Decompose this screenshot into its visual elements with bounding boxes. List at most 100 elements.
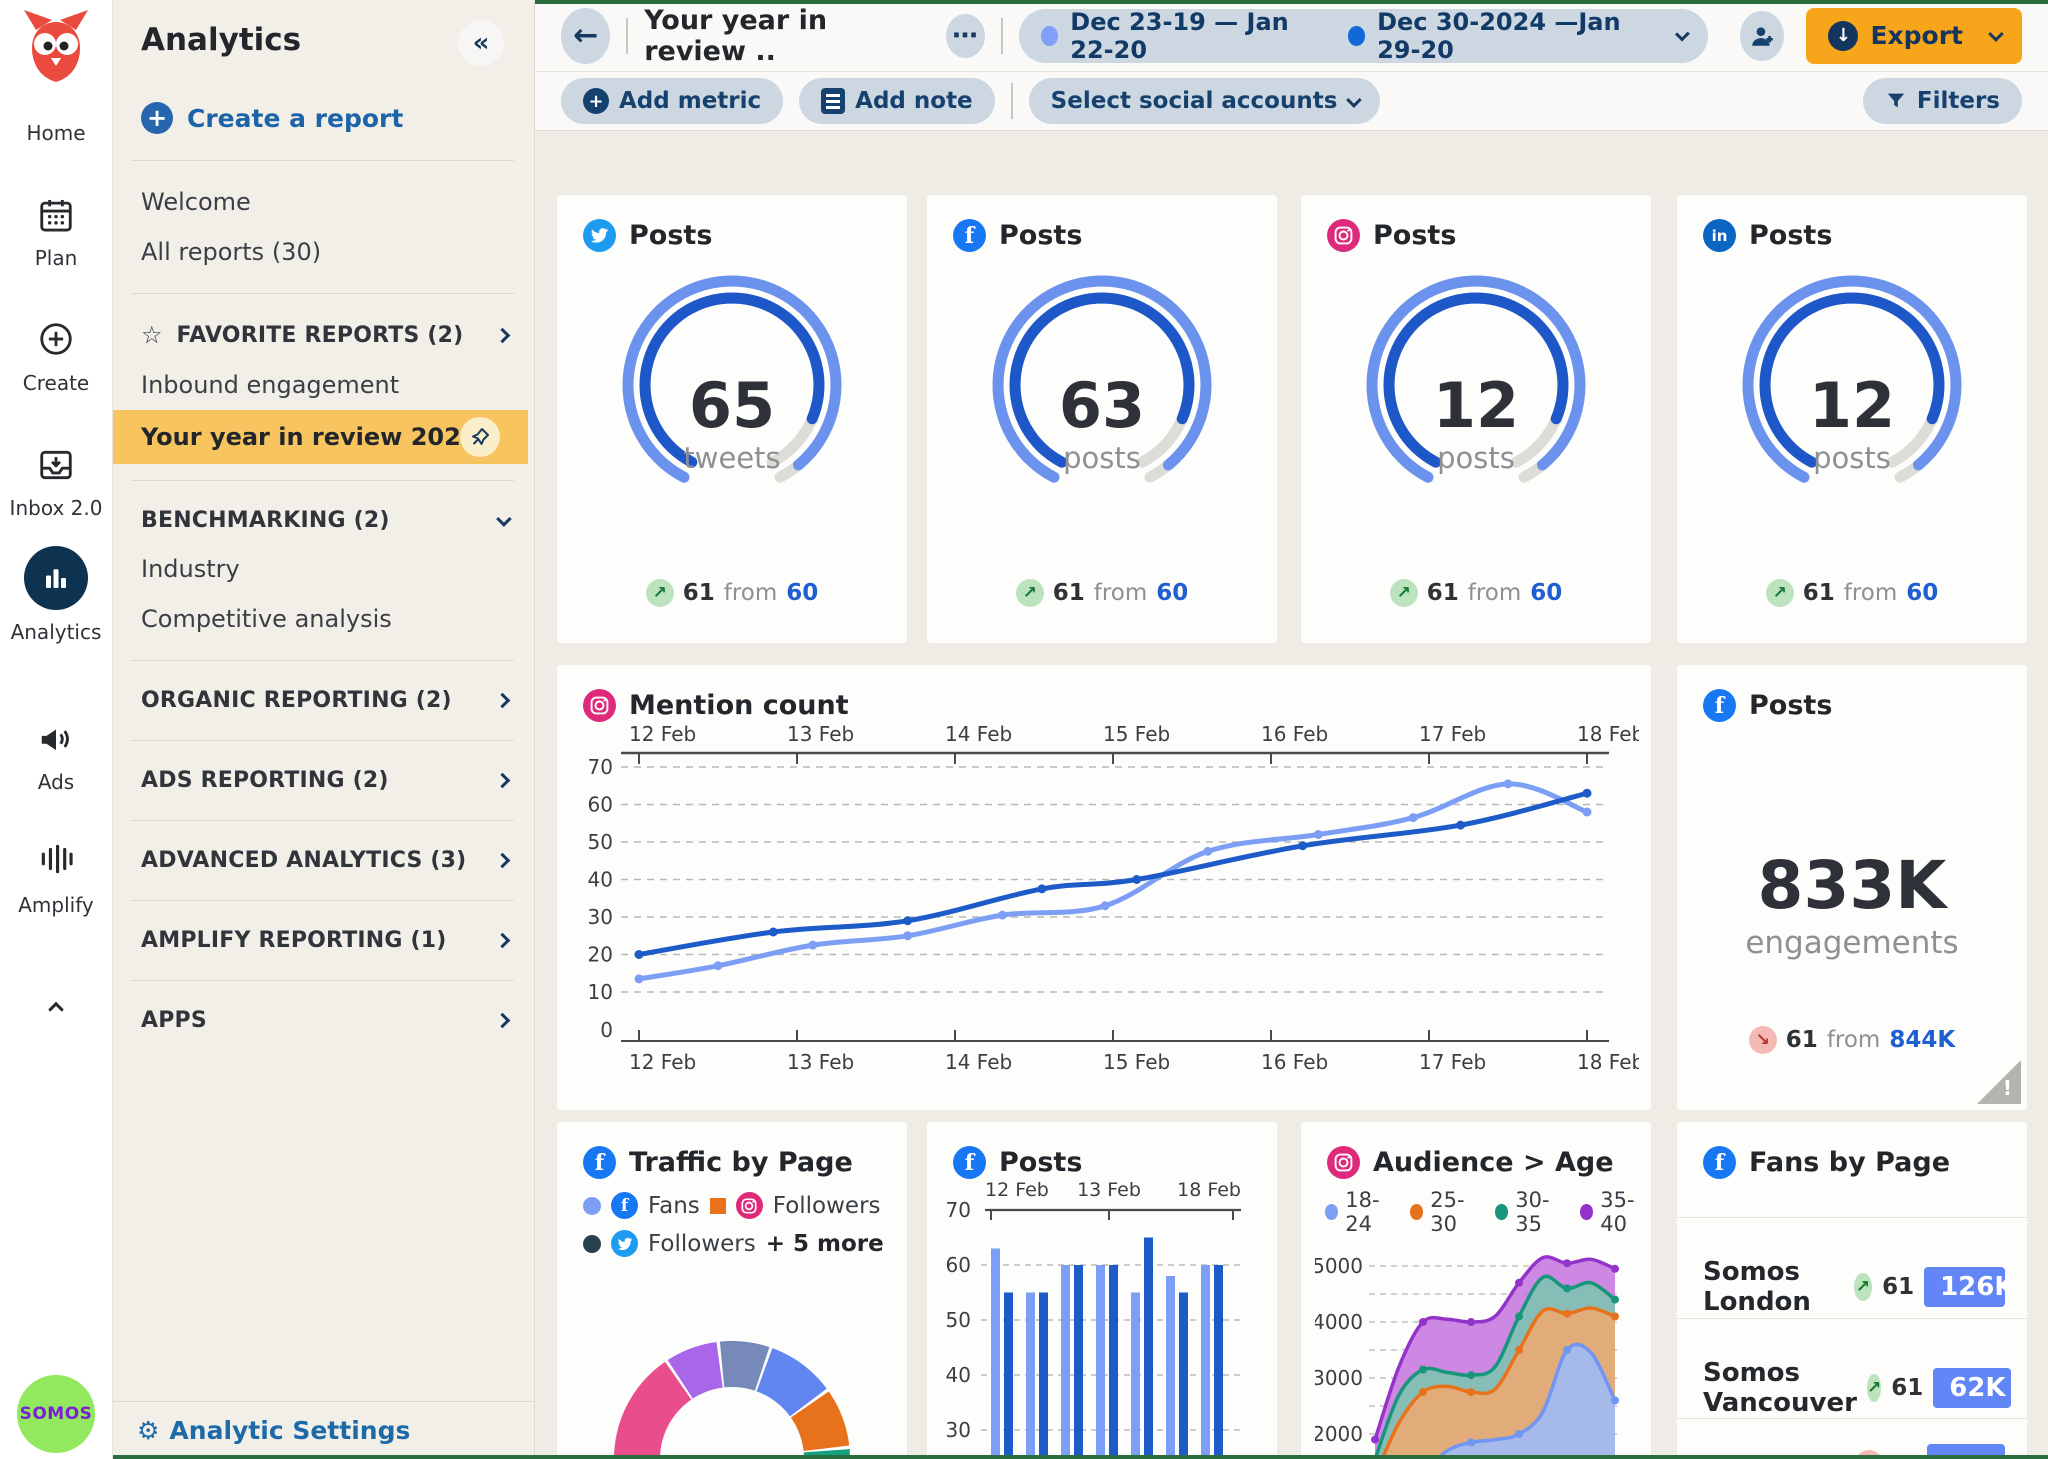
card-title: Posts <box>999 1147 1082 1178</box>
card-title: Posts <box>1373 220 1456 251</box>
previous-value-link[interactable]: 60 <box>1906 580 1938 606</box>
chevron-down-icon <box>1347 92 1363 108</box>
screenshare-top-border <box>535 0 2048 4</box>
traffic-legend-row-1: f Fans Followers <box>583 1192 881 1219</box>
chevron-down-icon <box>1988 26 2004 42</box>
calendar-icon[interactable] <box>37 196 75 234</box>
sidebar-collapse-button[interactable]: « <box>458 20 504 66</box>
instagram-icon <box>736 1192 763 1219</box>
analytic-settings-button[interactable]: ⚙ Analytic Settings <box>113 1401 534 1459</box>
filters-button[interactable]: Filters <box>1863 78 2022 124</box>
sidebar-item-all-reports[interactable]: All reports (30) <box>113 227 534 277</box>
icon-rail: Home Plan Create Inbox 2.0 <box>0 0 113 1459</box>
previous-value-link[interactable]: 844K <box>1889 1027 1955 1053</box>
traffic-donut-chart <box>557 1262 907 1459</box>
previous-value-link[interactable]: 60 <box>1156 580 1188 606</box>
fans-by-page-card[interactable]: f Fans by Page Somos London ↗ 61 126K So… <box>1677 1122 2027 1459</box>
section-favorite-reports[interactable]: ☆ FAVORITE REPORTS (2) <box>113 310 534 360</box>
back-button[interactable]: ← <box>561 8 610 64</box>
gauge-card-facebook-posts[interactable]: f Posts 63 posts ↗ 61from 60 <box>927 195 1277 643</box>
rail-item-home[interactable]: Home <box>0 121 112 145</box>
hootsuite-logo-icon[interactable] <box>22 8 90 82</box>
card-title: Mention count <box>629 690 849 721</box>
svg-text:40: 40 <box>946 1363 971 1387</box>
more-options-button[interactable]: ⋯ <box>946 14 985 58</box>
svg-text:13 Feb: 13 Feb <box>787 723 854 746</box>
report-canvas: Posts 65 tweets ↗ 61from 60 f Posts 63 p… <box>535 131 2048 1459</box>
section-ads-reporting[interactable]: ADS REPORTING (2) <box>113 757 534 804</box>
section-benchmarking[interactable]: BENCHMARKING (2) <box>113 497 534 544</box>
svg-text:12 Feb: 12 Feb <box>629 723 696 746</box>
audience-age-card[interactable]: Audience > Age 18-24 25-30 30-35 35-40 5… <box>1301 1122 1651 1459</box>
sidebar-item-competitive-analysis[interactable]: Competitive analysis <box>113 594 534 644</box>
sidebar-item-industry[interactable]: Industry <box>113 544 534 594</box>
plus-circle-icon: + <box>141 102 173 134</box>
svg-text:10: 10 <box>588 980 613 1004</box>
sidebar-item-welcome[interactable]: Welcome <box>113 177 534 227</box>
card-title: Audience > Age <box>1373 1147 1614 1178</box>
chevron-up-icon[interactable] <box>51 1000 62 1019</box>
star-icon: ☆ <box>141 321 163 349</box>
engagements-card[interactable]: f Posts 833K engagements ↘ 61from 844K ! <box>1677 665 2027 1110</box>
trend-up-icon: ↗ <box>1867 1374 1881 1402</box>
range-dot-dark <box>1348 26 1365 46</box>
fans-row-somos-vancouver[interactable]: Somos Vancouver ↗ 61 62K <box>1703 1358 2005 1418</box>
svg-text:50: 50 <box>588 830 613 854</box>
divider <box>1677 1418 2027 1419</box>
posts-bar-card[interactable]: f Posts 70605040302012 Feb13 Feb18 Feb <box>927 1122 1277 1459</box>
sidebar-item-inbound-engagement[interactable]: Inbound engagement <box>113 360 534 410</box>
funnel-icon <box>1885 90 1907 112</box>
svg-text:20: 20 <box>588 943 613 967</box>
add-note-button[interactable]: Add note <box>799 78 995 124</box>
delta-row: ↗ 61from 60 <box>557 579 907 607</box>
svg-text:50: 50 <box>946 1308 971 1332</box>
pin-icon[interactable] <box>460 417 500 457</box>
chevron-right-icon <box>495 693 511 709</box>
fans-count-badge: 62K <box>1933 1368 2011 1408</box>
gauge-unit: posts <box>1341 441 1611 475</box>
divider <box>1677 1217 2027 1218</box>
rail-item-create[interactable]: Create <box>0 371 112 395</box>
fans-row-somos-london[interactable]: Somos London ↗ 61 126K <box>1703 1257 2005 1317</box>
previous-value-link[interactable]: 60 <box>786 580 818 606</box>
previous-value-link[interactable]: 60 <box>1530 580 1562 606</box>
gauge-card-linkedin-posts[interactable]: in Posts 12 posts ↗ 61from 60 <box>1677 195 2027 643</box>
rail-item-plan[interactable]: Plan <box>0 246 112 270</box>
sidebar-analytics: Analytics « + Create a report Welcome Al… <box>113 0 535 1459</box>
chevron-right-icon <box>495 933 511 949</box>
facebook-icon: f <box>1703 1146 1736 1179</box>
mention-count-card[interactable]: Mention count 12 Feb12 Feb13 Feb13 Feb14… <box>557 665 1651 1110</box>
inbox-icon[interactable] <box>37 446 75 484</box>
resize-warning-handle[interactable]: ! <box>1977 1060 2021 1104</box>
create-report-button[interactable]: + Create a report <box>113 92 534 144</box>
plus-circle-icon[interactable] <box>37 320 75 358</box>
section-advanced-analytics[interactable]: ADVANCED ANALYTICS (3) <box>113 837 534 884</box>
sidebar-item-year-in-review-active[interactable]: Your year in review 2024 <box>113 410 528 464</box>
facebook-icon: f <box>583 1146 616 1179</box>
section-amplify-reporting[interactable]: AMPLIFY REPORTING (1) <box>113 917 534 964</box>
facebook-icon: f <box>953 1146 986 1179</box>
rail-item-ads[interactable]: Ads <box>0 770 112 794</box>
gauge-card-twitter-posts[interactable]: Posts 65 tweets ↗ 61from 60 <box>557 195 907 643</box>
rail-item-amplify[interactable]: Amplify <box>0 893 112 917</box>
instagram-icon <box>1327 1146 1360 1179</box>
megaphone-icon[interactable] <box>36 720 76 758</box>
export-button[interactable]: ↓ Export <box>1806 8 2022 64</box>
rail-item-inbox[interactable]: Inbox 2.0 <box>0 496 112 520</box>
analytics-icon-active[interactable] <box>24 546 88 610</box>
traffic-by-page-card[interactable]: f Traffic by Page f Fans Followers Follo… <box>557 1122 907 1459</box>
share-add-user-button[interactable] <box>1740 11 1784 61</box>
gauge-card-instagram-posts[interactable]: Posts 12 posts ↗ 61from 60 <box>1301 195 1651 643</box>
svg-text:3000: 3000 <box>1315 1366 1363 1390</box>
add-metric-button[interactable]: + Add metric <box>561 78 783 124</box>
section-apps[interactable]: APPS <box>113 997 534 1044</box>
date-range-selector[interactable]: Dec 23-19 — Jan 22-20 Dec 30-2024 —Jan 2… <box>1019 9 1709 63</box>
section-organic-reporting[interactable]: ORGANIC REPORTING (2) <box>113 677 534 724</box>
divider <box>131 160 514 161</box>
amplify-bars-icon[interactable] <box>37 840 75 878</box>
avatar[interactable]: SOMOS <box>17 1375 95 1453</box>
chevron-right-icon <box>495 773 511 789</box>
select-social-accounts-button[interactable]: Select social accounts <box>1029 78 1381 124</box>
rail-item-analytics[interactable]: Analytics <box>0 620 112 644</box>
trend-up-icon: ↗ <box>1016 579 1044 607</box>
